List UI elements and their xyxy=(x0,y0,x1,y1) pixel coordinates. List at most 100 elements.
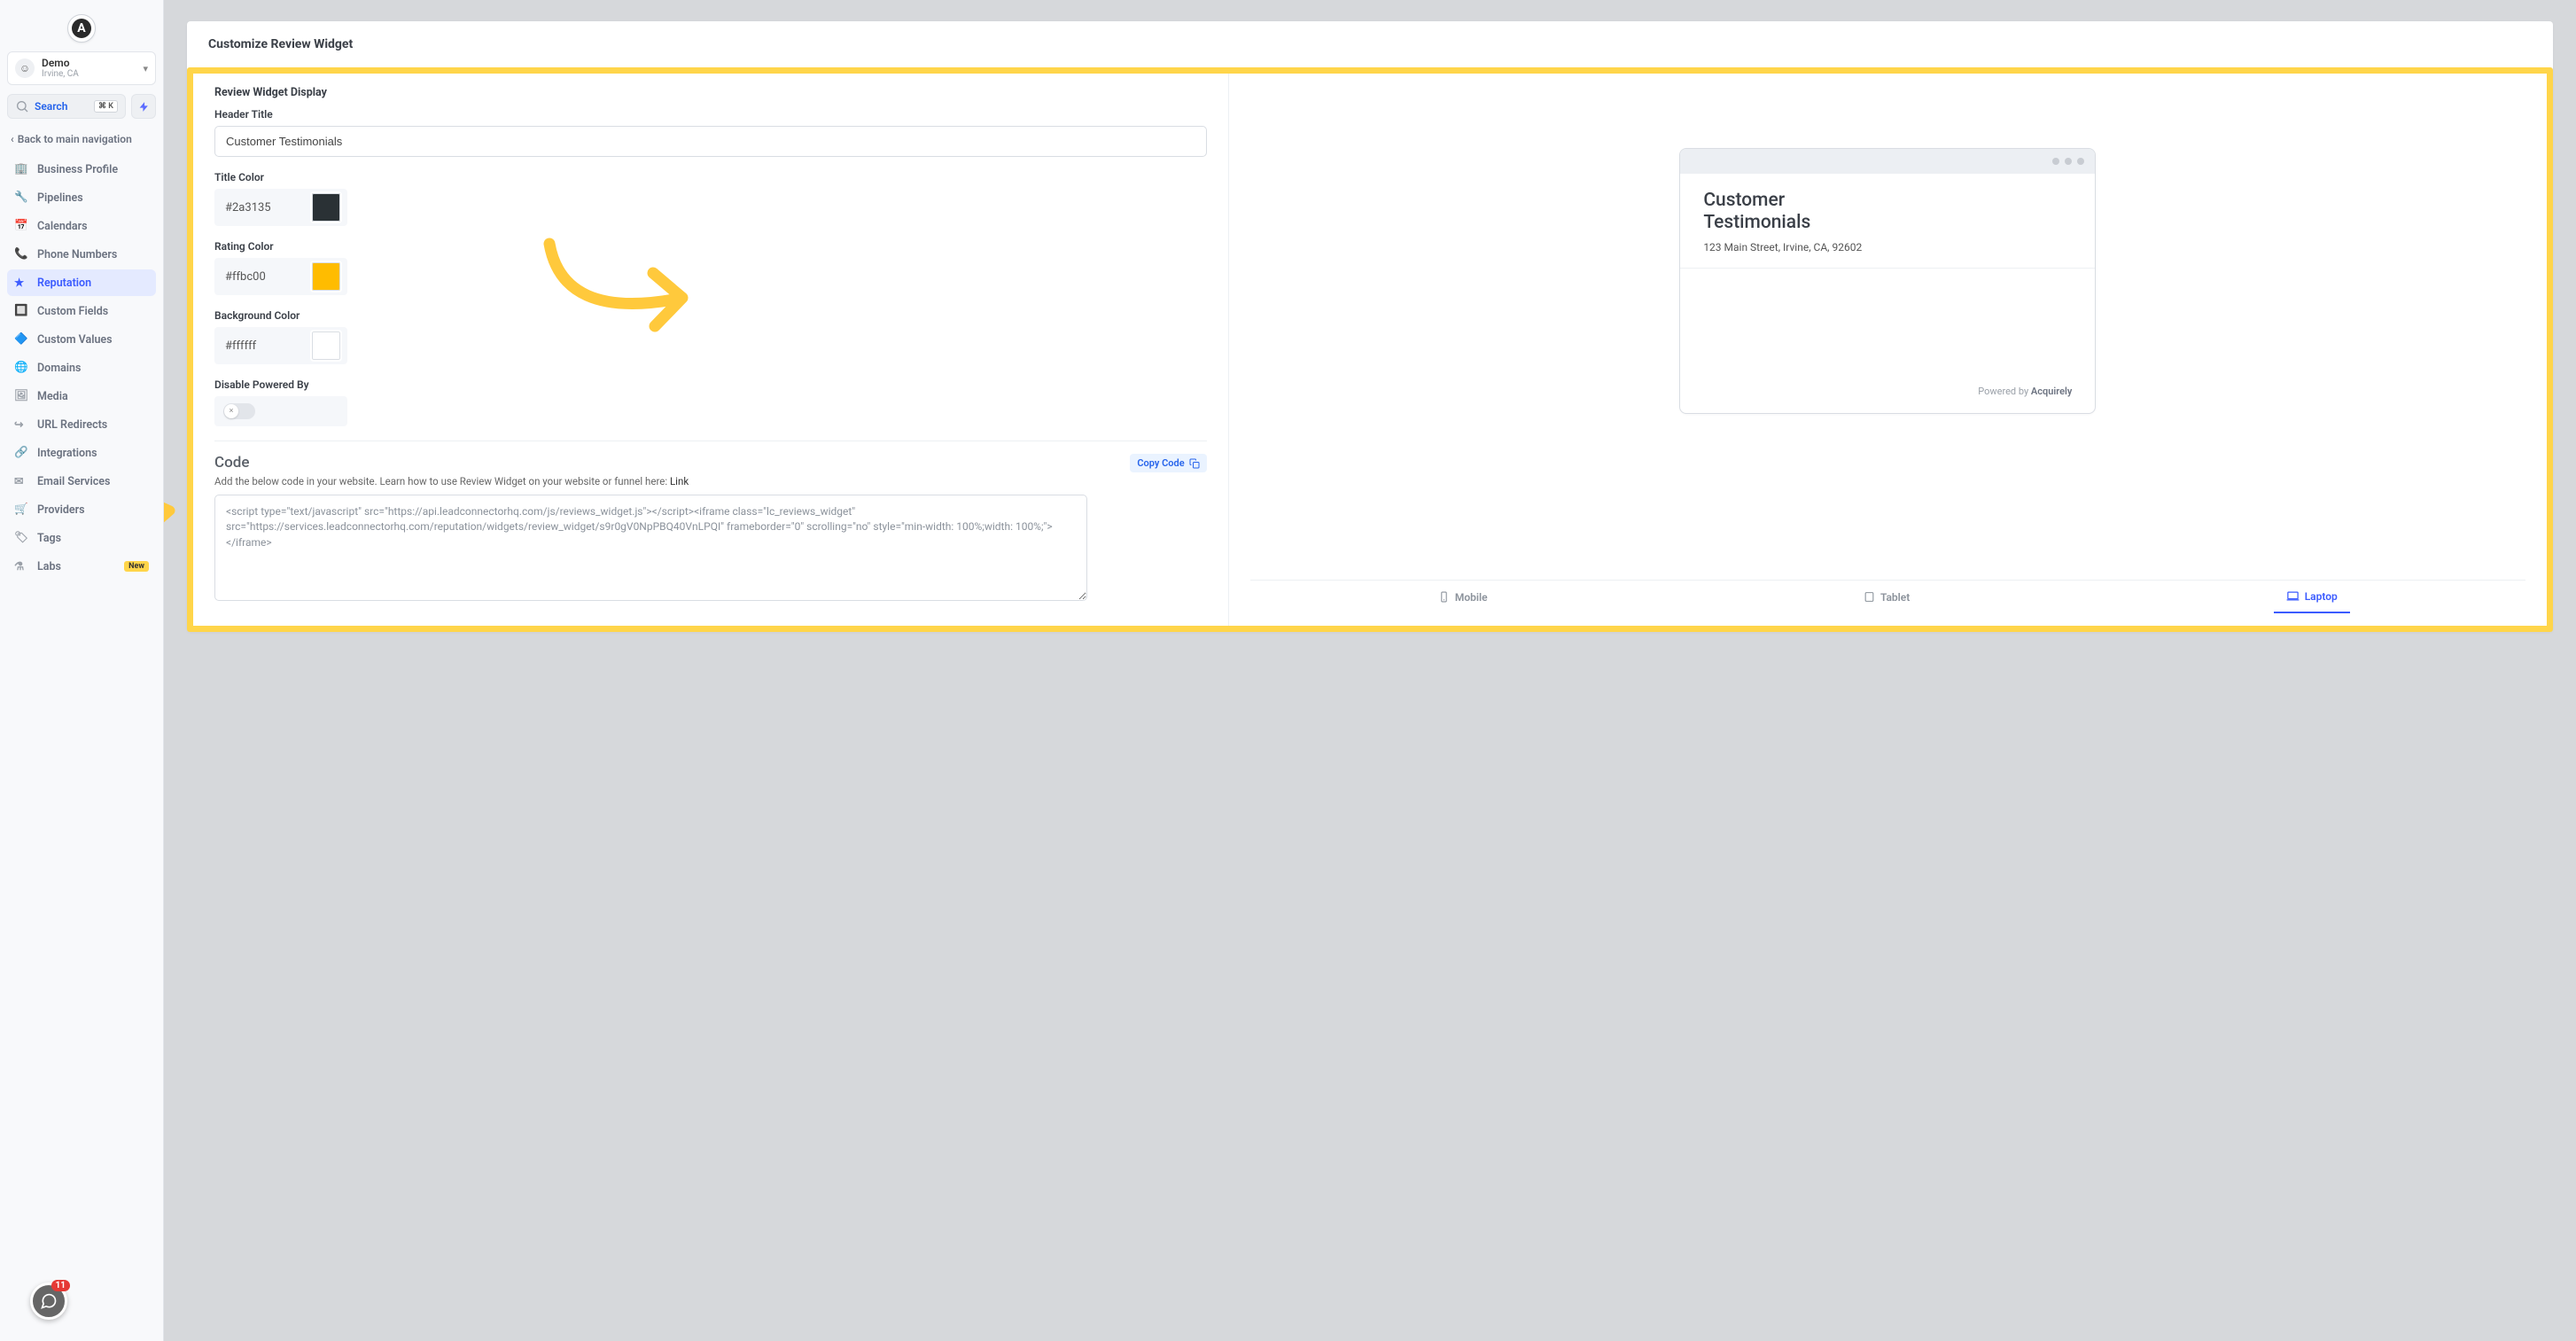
sidebar-item-phone-numbers[interactable]: 📞 Phone Numbers xyxy=(7,241,156,268)
device-tab-laptop[interactable]: Laptop xyxy=(2274,581,2350,613)
sidebar-item-business-profile[interactable]: 🏢 Business Profile xyxy=(7,156,156,183)
disable-label: Disable Powered By xyxy=(214,378,1207,391)
search-button[interactable]: Search ⌘ K xyxy=(7,94,126,119)
sidebar-item-calendars[interactable]: 📅 Calendars xyxy=(7,213,156,239)
sidebar-item-tags[interactable]: 🏷 Tags xyxy=(7,525,156,551)
page-title: Customize Review Widget xyxy=(187,21,2553,67)
sidebar-item-domains[interactable]: 🌐 Domains xyxy=(7,355,156,381)
annotation-arrow-left xyxy=(164,496,183,594)
back-label: Back to main navigation xyxy=(18,133,132,145)
rating-color-swatch xyxy=(310,261,342,292)
nav-label: Custom Fields xyxy=(37,305,108,318)
device-tab-mobile[interactable]: Mobile xyxy=(1426,581,1500,613)
sidebar-item-custom-values[interactable]: 🔷 Custom Values xyxy=(7,326,156,353)
bg-color-value: #ffffff xyxy=(214,331,310,361)
sidebar-item-labs[interactable]: ⚗LabsNew xyxy=(7,553,156,580)
nav-icon: ↪ xyxy=(14,417,28,432)
chat-badge: 11 xyxy=(51,1280,70,1291)
chevron-left-icon: ‹ xyxy=(11,133,14,145)
nav-list: 🏢 Business Profile 🔧Pipelines 📅 Calendars 📞 Ph… xyxy=(7,156,156,580)
mobile-icon xyxy=(1438,591,1450,603)
nav-icon: 🌐 xyxy=(14,361,28,375)
device-tab-tablet[interactable]: Tablet xyxy=(1851,581,1922,613)
section-title: Review Widget Display xyxy=(214,86,1207,99)
back-link[interactable]: ‹ Back to main navigation xyxy=(7,128,156,156)
nav-icon: 🖼 xyxy=(14,389,28,403)
nav-label: URL Redirects xyxy=(37,418,107,432)
search-label: Search xyxy=(35,100,67,113)
nav-label: Integrations xyxy=(37,447,97,460)
account-name: Demo xyxy=(42,58,136,69)
search-shortcut: ⌘ K xyxy=(94,100,118,113)
nav-label: Tags xyxy=(37,532,61,545)
nav-label: Custom Values xyxy=(37,333,113,347)
nav-label: Providers xyxy=(37,503,85,517)
sidebar-item-media[interactable]: 🖼 Media xyxy=(7,383,156,409)
nav-icon: 📅 xyxy=(14,219,28,233)
sidebar-item-providers[interactable]: 🛒 Providers xyxy=(7,496,156,523)
nav-icon: 🔷 xyxy=(14,332,28,347)
code-textarea[interactable] xyxy=(214,495,1087,601)
code-desc: Add the below code in your website. Lear… xyxy=(214,475,689,487)
sidebar-item-email-services[interactable]: ✉ Email Services xyxy=(7,468,156,495)
user-icon: ☺ xyxy=(15,58,35,78)
header-title-input[interactable] xyxy=(214,126,1207,157)
sidebar-item-integrations[interactable]: 🔗 Integrations xyxy=(7,440,156,466)
nav-icon: 🔗 xyxy=(14,446,28,460)
sidebar-item-pipelines[interactable]: 🔧Pipelines xyxy=(7,184,156,211)
bg-color-picker[interactable]: #ffffff xyxy=(214,327,347,364)
rating-color-value: #ffbc00 xyxy=(214,262,310,292)
copy-icon xyxy=(1189,458,1200,469)
logo: A xyxy=(7,7,156,51)
preview-address: 123 Main Street, Irvine, CA, 92602 xyxy=(1703,241,2072,253)
nav-icon: 🏢 xyxy=(14,162,28,176)
chat-button[interactable]: 11 xyxy=(30,1283,67,1320)
nav-label: Calendars xyxy=(37,220,88,233)
sidebar: A ☺ Demo Irvine, CA ▾ Search ⌘ K ‹ Back … xyxy=(0,0,164,1341)
nav-icon: 🏷 xyxy=(14,531,28,545)
window-dot xyxy=(2052,158,2059,165)
quick-action-button[interactable] xyxy=(131,94,156,119)
search-icon xyxy=(15,99,29,113)
chevron-down-icon: ▾ xyxy=(143,63,148,74)
preview-title: Customer Testimonials xyxy=(1703,190,1880,234)
chat-icon xyxy=(40,1292,58,1310)
nav-icon: 🔧 xyxy=(14,191,28,205)
nav-label: Domains xyxy=(37,362,81,375)
nav-label: Email Services xyxy=(37,475,110,488)
title-color-picker[interactable]: #2a3135 xyxy=(214,189,347,226)
rating-color-label: Rating Color xyxy=(214,240,1207,253)
sidebar-item-custom-fields[interactable]: 🔲 Custom Fields xyxy=(7,298,156,324)
nav-label: Media xyxy=(37,390,68,403)
laptop-icon xyxy=(2286,589,2300,603)
title-color-label: Title Color xyxy=(214,171,1207,183)
bg-color-label: Background Color xyxy=(214,309,1207,322)
preview-titlebar xyxy=(1680,149,2095,174)
bg-color-swatch xyxy=(310,330,342,362)
window-dot xyxy=(2065,158,2072,165)
account-sub: Irvine, CA xyxy=(42,69,136,79)
rating-color-picker[interactable]: #ffbc00 xyxy=(214,258,347,295)
sidebar-item-reputation[interactable]: ★Reputation xyxy=(7,269,156,296)
nav-badge: New xyxy=(124,561,149,572)
preview-window: Customer Testimonials 123 Main Street, I… xyxy=(1679,148,2096,414)
title-color-swatch xyxy=(310,191,342,223)
nav-icon: 📞 xyxy=(14,247,28,261)
account-switcher[interactable]: ☺ Demo Irvine, CA ▾ xyxy=(7,51,156,85)
nav-label: Business Profile xyxy=(37,163,118,176)
nav-icon: 🛒 xyxy=(14,503,28,517)
nav-icon: ✉ xyxy=(14,474,28,488)
window-dot xyxy=(2077,158,2084,165)
disable-toggle[interactable]: × xyxy=(223,403,255,419)
copy-code-button[interactable]: Copy Code xyxy=(1130,454,1206,472)
sidebar-item-url-redirects[interactable]: ↪ URL Redirects xyxy=(7,411,156,438)
toggle-knob: × xyxy=(224,404,238,418)
highlight-region: Review Widget Display Header Title Title… xyxy=(187,67,2553,632)
code-help-link[interactable]: Link xyxy=(670,475,689,487)
preview-powered: Powered by Acquirely xyxy=(1703,386,2072,397)
nav-label: Phone Numbers xyxy=(37,248,117,261)
nav-icon: 🔲 xyxy=(14,304,28,318)
title-color-value: #2a3135 xyxy=(214,193,310,222)
nav-label: Labs xyxy=(37,560,61,573)
nav-icon: ★ xyxy=(14,276,28,290)
